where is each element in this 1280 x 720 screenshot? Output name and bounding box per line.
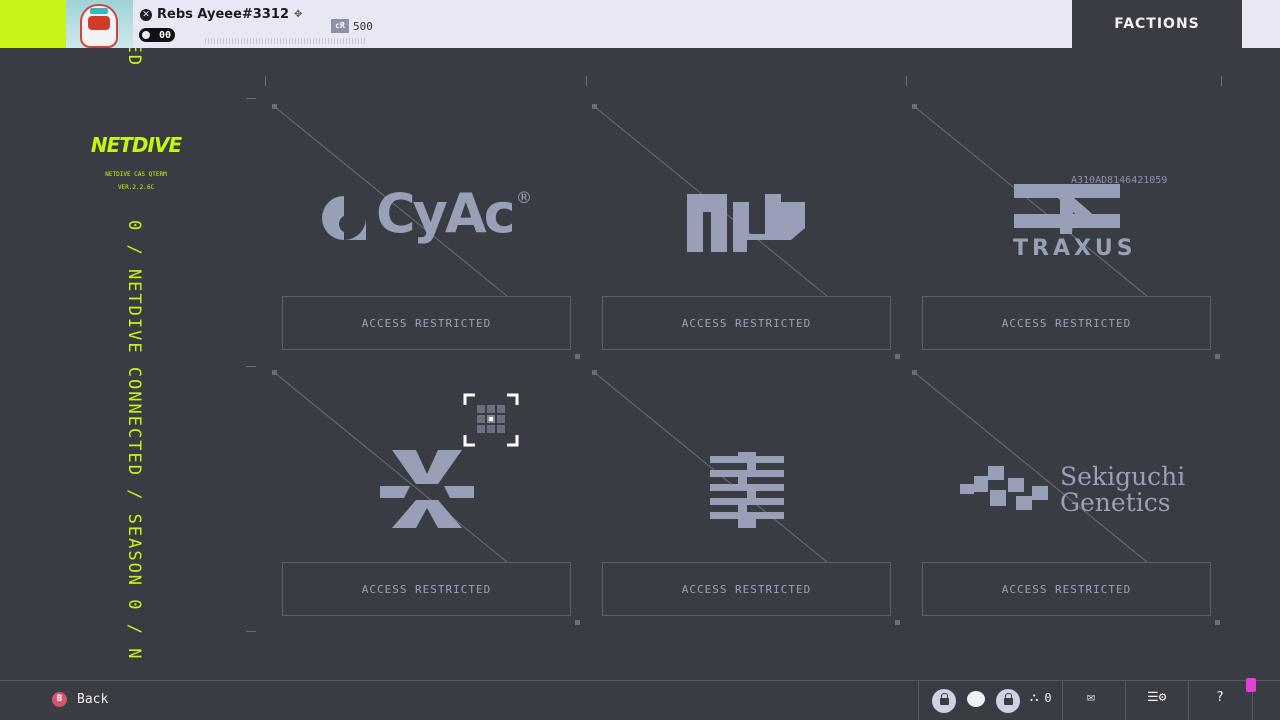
access-restricted-box: ACCESS RESTRICTED	[602, 562, 900, 625]
mida-logo-icon	[710, 452, 784, 528]
access-status: ACCESS RESTRICTED	[681, 316, 812, 330]
avatar-visor	[88, 16, 110, 30]
party-icon: ⛬	[1030, 690, 1039, 704]
b-button-icon: B	[52, 692, 67, 707]
help-label: ?	[1216, 690, 1224, 705]
notification-tag	[1246, 678, 1256, 692]
divider	[1188, 681, 1189, 720]
box-corner	[895, 620, 900, 625]
box-corner	[575, 620, 580, 625]
xp-progress-bar	[205, 38, 365, 44]
lock-icon	[939, 692, 949, 705]
party-count[interactable]: ⛬ 0	[1030, 690, 1052, 705]
cursor-reticle-icon	[463, 393, 519, 447]
locked-slot-button[interactable]	[932, 689, 956, 713]
sekiguchi-name: Sekiguchi Genetics	[1060, 464, 1185, 516]
back-label: Back	[77, 692, 109, 707]
netdive-sub-1: NETDIVE CAS QTERM	[105, 171, 167, 178]
mail-icon[interactable]: ✉	[1087, 690, 1095, 705]
faction-card-traxus[interactable]: TRAXUS ACCESS RESTRICTED	[912, 76, 1232, 359]
access-restricted-box: ACCESS RESTRICTED	[282, 562, 580, 625]
access-status: ACCESS RESTRICTED	[1001, 316, 1132, 330]
faction-card-sekiguchi[interactable]: Sekiguchi Genetics ACCESS RESTRICTED	[912, 342, 1232, 625]
avatar-detail	[90, 8, 108, 14]
grid-tick	[265, 76, 266, 86]
level-badge: 00	[139, 28, 175, 42]
vertical-status-text: 0 / NETDIVE CONNECTED / SEASON 0 / N	[124, 220, 144, 661]
traxus-name: TRAXUS	[1013, 236, 1137, 261]
nucaloric-logo-icon	[687, 194, 805, 252]
grid-tick	[246, 631, 256, 632]
faction-card-nucaloric[interactable]: ACCESS RESTRICTED	[592, 76, 912, 359]
chat-bubble-icon[interactable]	[967, 691, 985, 707]
player-avatar[interactable]	[66, 0, 133, 48]
box-corner	[1215, 620, 1220, 625]
vertical-status: 0 / NETDIVE CONNECTED / SEASON 0 / N	[124, 220, 144, 680]
tab-factions-label: FACTIONS	[1114, 16, 1200, 32]
cyac-emblem-icon	[322, 196, 366, 240]
arachne-logo-icon	[380, 450, 474, 528]
faction-code: A310AD8146421059	[1071, 175, 1168, 186]
vertical-status-top-text: CTED	[124, 48, 144, 67]
access-status: ACCESS RESTRICTED	[361, 582, 492, 596]
tab-factions[interactable]: FACTIONS	[1072, 0, 1242, 48]
credits-amount: 500	[353, 19, 373, 33]
cyac-logo: CyAc ®	[320, 182, 550, 258]
divider	[918, 681, 919, 720]
faction-card-mida[interactable]: ACCESS RESTRICTED	[592, 342, 912, 625]
access-status: ACCESS RESTRICTED	[361, 316, 492, 330]
grid-tick	[246, 98, 256, 99]
credits-icon: cR	[331, 19, 349, 33]
accent-block	[0, 0, 66, 48]
sekiguchi-name-line1: Sekiguchi	[1060, 462, 1186, 491]
top-bar: ✕ Rebs Ayeee#3312 ✥ 00 cR 500 FACTIONS	[0, 0, 1280, 48]
grid-tick	[246, 366, 256, 367]
party-count-value: 0	[1044, 690, 1052, 705]
settings-icon[interactable]: ☰⚙	[1147, 690, 1166, 705]
player-name: Rebs Ayeee#3312	[157, 7, 289, 22]
traxus-emblem-icon	[1014, 184, 1120, 234]
locked-slot-button[interactable]	[996, 689, 1020, 713]
player-name-row: ✕ Rebs Ayeee#3312 ✥	[140, 7, 302, 22]
faction-card-arachne[interactable]: ACCESS RESTRICTED	[272, 342, 592, 625]
faction-card-cyac[interactable]: CyAc ® ACCESS RESTRICTED	[272, 76, 592, 359]
netdive-sub-2: VER.2.2.6C	[117, 184, 155, 191]
help-button[interactable]: ?	[1216, 690, 1224, 705]
divider	[1062, 681, 1063, 720]
level-value: 00	[158, 29, 171, 41]
netdive-version: NETDIVE CAS QTERM VER.2.2.6C	[90, 168, 182, 194]
access-status: ACCESS RESTRICTED	[1001, 582, 1132, 596]
back-button[interactable]: B Back	[52, 692, 108, 707]
cyac-name: CyAc	[376, 182, 516, 245]
vertical-status-top: CTED	[124, 48, 144, 94]
sekiguchi-name-line2: Genetics	[1060, 488, 1171, 517]
access-restricted-box: ACCESS RESTRICTED	[922, 562, 1220, 625]
rank-icon: ✥	[294, 9, 303, 20]
registered-mark: ®	[516, 188, 532, 207]
netdive-logo: NETDIVE	[90, 133, 182, 161]
sekiguchi-emblem-icon	[960, 466, 1048, 510]
xbox-icon: ✕	[140, 8, 152, 21]
lock-icon	[1003, 692, 1013, 705]
netdive-logo-text: NETDIVE	[90, 133, 182, 157]
access-status: ACCESS RESTRICTED	[681, 582, 812, 596]
credits-display: cR 500	[331, 19, 373, 33]
divider	[1125, 681, 1126, 720]
